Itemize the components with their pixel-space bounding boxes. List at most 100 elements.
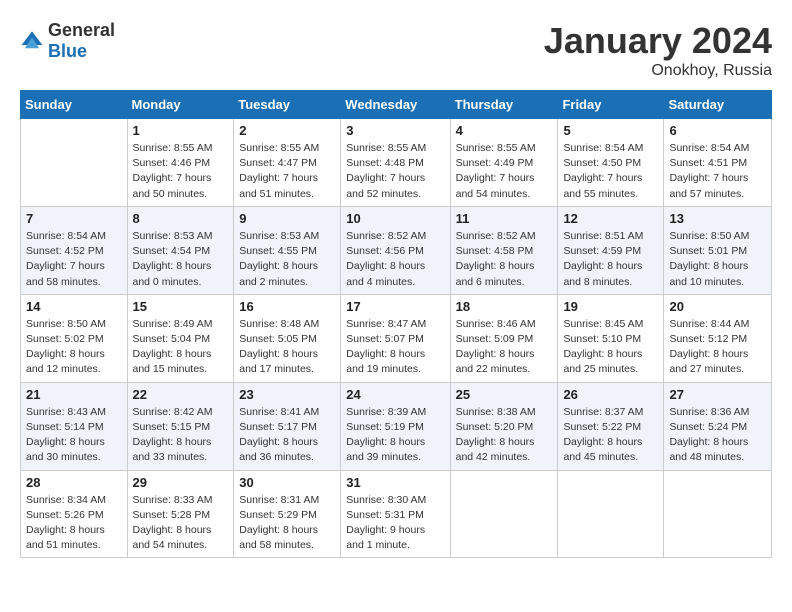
week-row-1: 1 Sunrise: 8:55 AMSunset: 4:46 PMDaylight… <box>21 119 772 207</box>
day-info: Sunrise: 8:43 AMSunset: 5:14 PMDaylight:… <box>26 405 122 466</box>
logo-icon <box>20 29 44 53</box>
calendar-cell: 31Sunrise: 8:30 AMSunset: 5:31 PMDayligh… <box>341 470 450 558</box>
calendar-cell <box>21 119 128 207</box>
calendar-cell: 4 Sunrise: 8:55 AMSunset: 4:49 PMDaylight… <box>450 119 558 207</box>
calendar-table: SundayMondayTuesdayWednesdayThursdayFrid… <box>20 90 772 558</box>
day-number: 20 <box>669 299 766 314</box>
day-number: 6 <box>669 123 766 138</box>
calendar-cell: 2 Sunrise: 8:55 AMSunset: 4:47 PMDaylight… <box>234 119 341 207</box>
day-number: 4 <box>456 123 553 138</box>
calendar-cell: 19 Sunrise: 8:45 AMSunset: 5:10 PMDayligh… <box>558 294 664 382</box>
logo-blue: Blue <box>48 41 87 61</box>
day-number: 30 <box>239 475 335 490</box>
day-info: Sunrise: 8:54 AMSunset: 4:51 PMDaylight:… <box>669 141 766 202</box>
day-info: Sunrise: 8:52 AMSunset: 4:58 PMDaylight:… <box>456 229 553 290</box>
month-title: January 2024 <box>544 20 772 62</box>
day-info: Sunrise: 8:49 AMSunset: 5:04 PMDaylight:… <box>133 317 229 378</box>
calendar-cell: 24Sunrise: 8:39 AMSunset: 5:19 PMDayligh… <box>341 382 450 470</box>
day-number: 22 <box>133 387 229 402</box>
calendar-cell: 30 Sunrise: 8:31 AMSunset: 5:29 PMDayligh… <box>234 470 341 558</box>
day-number: 15 <box>133 299 229 314</box>
day-info: Sunrise: 8:31 AMSunset: 5:29 PMDaylight:… <box>239 493 335 554</box>
calendar-cell: 11 Sunrise: 8:52 AMSunset: 4:58 PMDayligh… <box>450 206 558 294</box>
calendar-cell <box>558 470 664 558</box>
week-row-5: 28Sunrise: 8:34 AMSunset: 5:26 PMDayligh… <box>21 470 772 558</box>
day-info: Sunrise: 8:33 AMSunset: 5:28 PMDaylight:… <box>133 493 229 554</box>
day-number: 12 <box>563 211 658 226</box>
day-header-saturday: Saturday <box>664 91 772 119</box>
day-header-friday: Friday <box>558 91 664 119</box>
day-number: 1 <box>133 123 229 138</box>
day-number: 27 <box>669 387 766 402</box>
day-info: Sunrise: 8:53 AMSunset: 4:54 PMDaylight:… <box>133 229 229 290</box>
day-info: Sunrise: 8:51 AMSunset: 4:59 PMDaylight:… <box>563 229 658 290</box>
day-number: 13 <box>669 211 766 226</box>
calendar-cell: 10 Sunrise: 8:52 AMSunset: 4:56 PMDayligh… <box>341 206 450 294</box>
day-number: 9 <box>239 211 335 226</box>
calendar-cell: 26Sunrise: 8:37 AMSunset: 5:22 PMDayligh… <box>558 382 664 470</box>
calendar-cell: 29 Sunrise: 8:33 AMSunset: 5:28 PMDayligh… <box>127 470 234 558</box>
calendar-cell: 22 Sunrise: 8:42 AMSunset: 5:15 PMDayligh… <box>127 382 234 470</box>
logo: General Blue <box>20 20 115 62</box>
calendar-body: 1 Sunrise: 8:55 AMSunset: 4:46 PMDaylight… <box>21 119 772 558</box>
calendar-cell: 6 Sunrise: 8:54 AMSunset: 4:51 PMDaylight… <box>664 119 772 207</box>
day-info: Sunrise: 8:55 AMSunset: 4:49 PMDaylight:… <box>456 141 553 202</box>
day-number: 2 <box>239 123 335 138</box>
day-info: Sunrise: 8:52 AMSunset: 4:56 PMDaylight:… <box>346 229 444 290</box>
calendar-cell: 13 Sunrise: 8:50 AMSunset: 5:01 PMDayligh… <box>664 206 772 294</box>
calendar-cell: 28Sunrise: 8:34 AMSunset: 5:26 PMDayligh… <box>21 470 128 558</box>
day-info: Sunrise: 8:41 AMSunset: 5:17 PMDaylight:… <box>239 405 335 466</box>
day-number: 10 <box>346 211 444 226</box>
calendar-cell <box>450 470 558 558</box>
calendar-cell: 18Sunrise: 8:46 AMSunset: 5:09 PMDayligh… <box>450 294 558 382</box>
day-number: 11 <box>456 211 553 226</box>
calendar-cell: 3Sunrise: 8:55 AMSunset: 4:48 PMDaylight… <box>341 119 450 207</box>
day-info: Sunrise: 8:37 AMSunset: 5:22 PMDaylight:… <box>563 405 658 466</box>
week-row-3: 14Sunrise: 8:50 AMSunset: 5:02 PMDayligh… <box>21 294 772 382</box>
day-info: Sunrise: 8:48 AMSunset: 5:05 PMDaylight:… <box>239 317 335 378</box>
calendar-cell: 12 Sunrise: 8:51 AMSunset: 4:59 PMDayligh… <box>558 206 664 294</box>
day-info: Sunrise: 8:38 AMSunset: 5:20 PMDaylight:… <box>456 405 553 466</box>
day-info: Sunrise: 8:47 AMSunset: 5:07 PMDaylight:… <box>346 317 444 378</box>
day-info: Sunrise: 8:34 AMSunset: 5:26 PMDaylight:… <box>26 493 122 554</box>
calendar-cell: 15 Sunrise: 8:49 AMSunset: 5:04 PMDayligh… <box>127 294 234 382</box>
day-info: Sunrise: 8:46 AMSunset: 5:09 PMDaylight:… <box>456 317 553 378</box>
day-number: 5 <box>563 123 658 138</box>
page-header: General Blue January 2024 Onokhoy, Russi… <box>20 20 772 80</box>
calendar-cell: 8 Sunrise: 8:53 AMSunset: 4:54 PMDaylight… <box>127 206 234 294</box>
day-number: 17 <box>346 299 444 314</box>
day-info: Sunrise: 8:42 AMSunset: 5:15 PMDaylight:… <box>133 405 229 466</box>
calendar-cell: 5Sunrise: 8:54 AMSunset: 4:50 PMDaylight… <box>558 119 664 207</box>
calendar-header-row: SundayMondayTuesdayWednesdayThursdayFrid… <box>21 91 772 119</box>
day-number: 23 <box>239 387 335 402</box>
day-info: Sunrise: 8:50 AMSunset: 5:01 PMDaylight:… <box>669 229 766 290</box>
calendar-cell: 21Sunrise: 8:43 AMSunset: 5:14 PMDayligh… <box>21 382 128 470</box>
day-number: 19 <box>563 299 658 314</box>
day-info: Sunrise: 8:44 AMSunset: 5:12 PMDaylight:… <box>669 317 766 378</box>
day-info: Sunrise: 8:53 AMSunset: 4:55 PMDaylight:… <box>239 229 335 290</box>
day-number: 25 <box>456 387 553 402</box>
day-header-tuesday: Tuesday <box>234 91 341 119</box>
day-info: Sunrise: 8:55 AMSunset: 4:46 PMDaylight:… <box>133 141 229 202</box>
day-info: Sunrise: 8:50 AMSunset: 5:02 PMDaylight:… <box>26 317 122 378</box>
calendar-cell: 25 Sunrise: 8:38 AMSunset: 5:20 PMDayligh… <box>450 382 558 470</box>
calendar-cell: 7Sunrise: 8:54 AMSunset: 4:52 PMDaylight… <box>21 206 128 294</box>
calendar-cell <box>664 470 772 558</box>
day-header-thursday: Thursday <box>450 91 558 119</box>
calendar-cell: 16 Sunrise: 8:48 AMSunset: 5:05 PMDayligh… <box>234 294 341 382</box>
day-number: 3 <box>346 123 444 138</box>
week-row-2: 7Sunrise: 8:54 AMSunset: 4:52 PMDaylight… <box>21 206 772 294</box>
calendar-cell: 1 Sunrise: 8:55 AMSunset: 4:46 PMDaylight… <box>127 119 234 207</box>
day-number: 24 <box>346 387 444 402</box>
day-info: Sunrise: 8:55 AMSunset: 4:47 PMDaylight:… <box>239 141 335 202</box>
calendar-cell: 14Sunrise: 8:50 AMSunset: 5:02 PMDayligh… <box>21 294 128 382</box>
day-number: 29 <box>133 475 229 490</box>
title-block: January 2024 Onokhoy, Russia <box>544 20 772 80</box>
week-row-4: 21Sunrise: 8:43 AMSunset: 5:14 PMDayligh… <box>21 382 772 470</box>
day-info: Sunrise: 8:54 AMSunset: 4:52 PMDaylight:… <box>26 229 122 290</box>
day-info: Sunrise: 8:45 AMSunset: 5:10 PMDaylight:… <box>563 317 658 378</box>
day-number: 8 <box>133 211 229 226</box>
day-number: 16 <box>239 299 335 314</box>
day-header-sunday: Sunday <box>21 91 128 119</box>
day-number: 31 <box>346 475 444 490</box>
